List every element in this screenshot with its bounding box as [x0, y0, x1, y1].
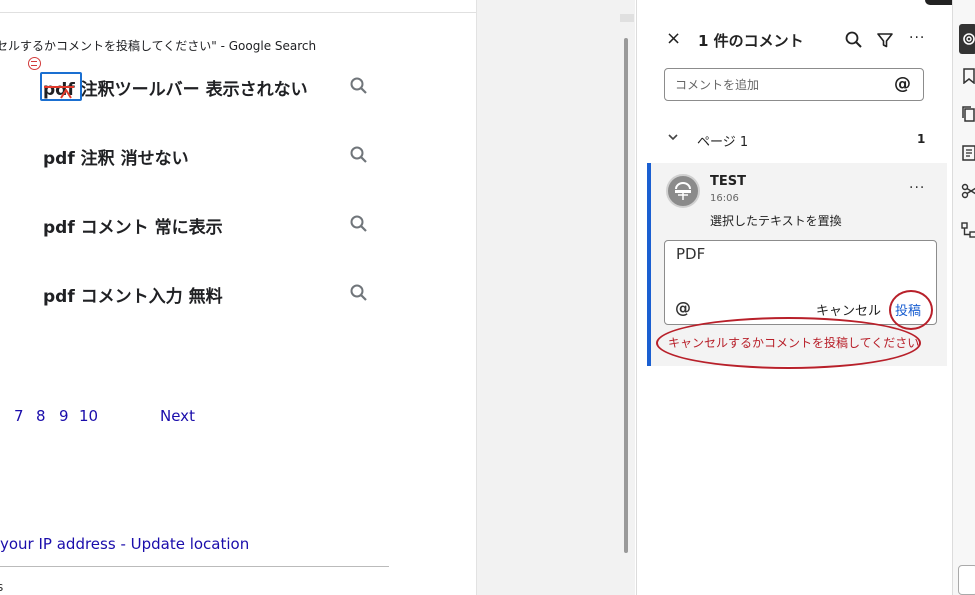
filter-icon[interactable] — [875, 30, 895, 50]
comments-tool-active[interactable] — [959, 24, 975, 54]
location-separator: - — [115, 535, 131, 553]
footer-text: s — [0, 580, 4, 594]
pdf-document-page: セルするかコメントを投稿してください" - Google Search pdf … — [0, 0, 476, 595]
bookmark-icon[interactable] — [961, 68, 975, 84]
document-scrollbar[interactable] — [624, 38, 628, 553]
page-link-8[interactable]: 8 — [36, 407, 46, 425]
zoom-control[interactable] — [958, 565, 975, 595]
reply-textbox[interactable]: PDF @ キャンセル 投稿 — [664, 240, 937, 330]
comment-more-icon[interactable]: ··· — [909, 180, 925, 196]
comment-author: TEST — [710, 174, 746, 189]
search-icon[interactable] — [349, 76, 369, 96]
error-highlight-ellipse — [656, 317, 921, 369]
more-icon[interactable]: ··· — [909, 30, 925, 46]
page-list-icon[interactable] — [961, 145, 975, 161]
page-section-label[interactable]: ページ 1 — [697, 131, 748, 150]
chevron-down-icon[interactable] — [667, 131, 679, 143]
comment-time: 16:06 — [710, 193, 739, 204]
scissors-icon[interactable] — [961, 183, 975, 199]
comment-text: 選択したテキストを置換 — [710, 214, 842, 228]
suggestion-1[interactable]: pdf 注釈ツールバー 表示されない — [43, 75, 308, 100]
user-avatar-icon — [675, 182, 691, 200]
right-toolbar — [952, 0, 975, 595]
structure-icon[interactable] — [961, 222, 975, 238]
suggestion-4[interactable]: pdf コメント入力 無料 — [43, 282, 223, 307]
reply-mention-button[interactable]: @ — [675, 298, 691, 317]
cancel-button[interactable]: キャンセル — [816, 300, 881, 319]
search-icon[interactable] — [349, 145, 369, 165]
mention-button[interactable]: @ — [894, 74, 911, 94]
search-header-text: セルするかコメントを投稿してください" - Google Search — [0, 39, 317, 53]
update-location-link[interactable]: Update location — [131, 535, 250, 553]
add-comment-input[interactable] — [664, 68, 924, 101]
page-link-7[interactable]: 7 — [14, 407, 24, 425]
close-panel-button[interactable]: × — [666, 28, 681, 49]
comment-note-icon[interactable] — [28, 57, 41, 70]
reply-value[interactable]: PDF — [676, 245, 705, 263]
page-link-10[interactable]: 10 — [79, 407, 98, 425]
search-icon[interactable] — [349, 214, 369, 234]
avatar — [666, 174, 700, 208]
comment-card[interactable]: TEST 16:06 ··· 選択したテキストを置換 PDF @ キャンセル 投… — [647, 163, 947, 369]
copy-icon[interactable] — [961, 106, 975, 122]
document-gutter — [476, 0, 635, 595]
comment-tool-icon — [963, 33, 975, 45]
comments-panel: × 1 件のコメント ··· @ ページ 1 1 TEST 16:06 ··· … — [636, 0, 952, 595]
location-line: your IP address - Update location — [0, 535, 249, 553]
page-top-rule — [0, 12, 476, 13]
panel-title: 1 件のコメント — [698, 32, 804, 50]
suggestion-2[interactable]: pdf 注釈 消せない — [43, 144, 189, 169]
page-comment-count: 1 — [917, 132, 926, 146]
page-link-9[interactable]: 9 — [59, 407, 69, 425]
scrollbar-top-cap — [620, 14, 634, 22]
suggestion-3[interactable]: pdf コメント 常に表示 — [43, 213, 223, 238]
search-icon[interactable] — [844, 30, 864, 50]
search-icon[interactable] — [349, 283, 369, 303]
footer-rule — [0, 566, 389, 567]
replace-strikethrough — [44, 86, 74, 88]
next-page-link[interactable]: Next — [160, 407, 195, 425]
location-prefix: your IP address — [0, 535, 116, 553]
post-button-highlight-circle — [889, 290, 933, 330]
insert-caret-icon — [60, 89, 72, 99]
